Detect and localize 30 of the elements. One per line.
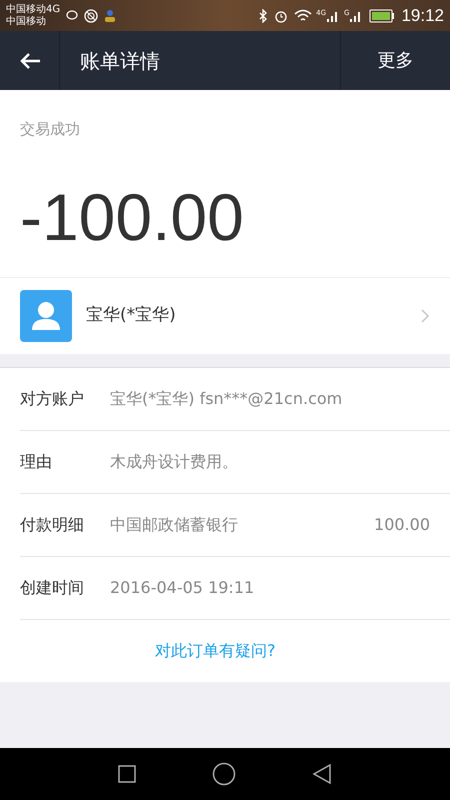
transaction-status: 交易成功 bbox=[20, 119, 81, 140]
clock-time: 19:12 bbox=[401, 4, 444, 27]
alarm-icon bbox=[274, 8, 288, 22]
detail-amount: 100.00 bbox=[374, 514, 430, 536]
page-title: 账单详情 bbox=[80, 48, 161, 74]
avatar-icon bbox=[20, 290, 72, 342]
contact-name: 宝华(*宝华) bbox=[86, 304, 177, 327]
carrier-label: 中国移动4G bbox=[6, 4, 60, 16]
bluetooth-icon bbox=[258, 8, 268, 22]
detail-label: 对方账户 bbox=[20, 388, 85, 410]
detail-value: 2016-04-05 19:11 bbox=[110, 576, 256, 598]
chat-icon bbox=[66, 10, 78, 22]
detail-value: 木成舟设计费用。 bbox=[110, 450, 239, 472]
wifi-icon bbox=[294, 8, 312, 22]
back-arrow-icon bbox=[18, 52, 40, 70]
carrier-label: 中国移动 bbox=[6, 16, 47, 28]
home-icon[interactable] bbox=[212, 762, 236, 786]
contact-row[interactable]: 宝华(*宝华) bbox=[0, 276, 450, 354]
detail-value: 中国邮政储蓄银行 bbox=[110, 514, 239, 536]
chevron-right-icon bbox=[420, 308, 430, 324]
detail-label: 理由 bbox=[20, 450, 53, 472]
person-icon bbox=[104, 8, 116, 22]
detail-label: 付款明细 bbox=[20, 514, 85, 536]
back-icon[interactable] bbox=[312, 763, 332, 785]
mute-icon bbox=[84, 8, 98, 22]
battery-icon bbox=[369, 8, 396, 22]
amount-value: -100.00 bbox=[20, 178, 245, 256]
detail-value: 宝华(*宝华) fsn***@21cn.com bbox=[110, 388, 344, 410]
detail-label: 创建时间 bbox=[20, 576, 85, 598]
recent-apps-icon[interactable] bbox=[118, 765, 136, 783]
